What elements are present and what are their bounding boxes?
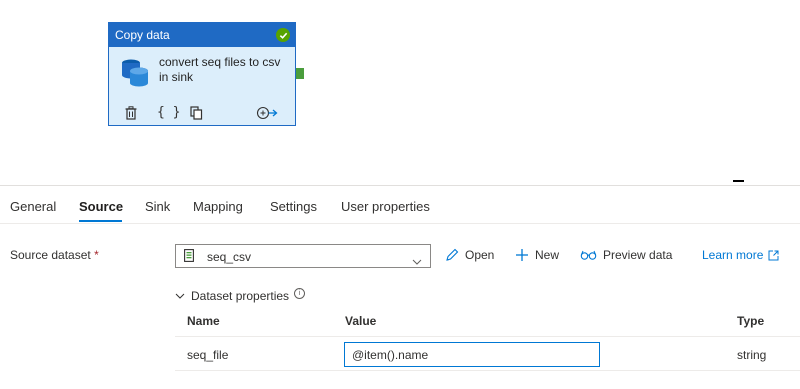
required-marker: * xyxy=(94,248,99,262)
source-dataset-label-text: Source dataset xyxy=(10,248,91,262)
tab-user-properties[interactable]: User properties xyxy=(341,199,430,214)
glasses-icon xyxy=(580,250,597,260)
tab-mapping[interactable]: Mapping xyxy=(193,199,243,214)
open-label: Open xyxy=(465,248,495,262)
plus-icon xyxy=(516,249,528,261)
pencil-icon xyxy=(446,248,459,261)
check-icon xyxy=(276,28,290,42)
tab-general[interactable]: General xyxy=(10,199,56,214)
dataset-properties-label: Dataset properties xyxy=(191,289,290,303)
delete-icon[interactable] xyxy=(125,106,137,120)
properties-tabs: General Source Sink Mapping Settings Use… xyxy=(0,185,800,224)
learn-more-link[interactable]: Learn more xyxy=(702,248,785,262)
source-dataset-label: Source dataset * xyxy=(10,248,99,262)
open-in-new-window-icon xyxy=(768,250,779,260)
activity-type-label: Copy data xyxy=(115,28,170,42)
new-dataset-button[interactable]: New xyxy=(515,248,559,262)
source-dataset-dropdown[interactable]: seq_csv xyxy=(175,244,431,268)
tab-source[interactable]: Source xyxy=(79,199,123,214)
preview-data-label: Preview data xyxy=(603,248,673,262)
new-label: New xyxy=(535,248,560,262)
dataset-properties-toggle[interactable]: Dataset properties i xyxy=(175,287,306,303)
add-output-icon[interactable] xyxy=(256,106,278,120)
open-dataset-button[interactable]: Open xyxy=(445,248,494,262)
property-type-cell: string xyxy=(737,348,767,362)
tab-settings[interactable]: Settings xyxy=(270,199,317,214)
dataset-value: seq_csv xyxy=(207,250,252,264)
tabs-divider xyxy=(0,223,800,224)
activity-name: convert seq files to csv in sink xyxy=(159,55,299,85)
chevron-down-icon xyxy=(175,293,185,299)
learn-more-label: Learn more xyxy=(702,248,764,262)
activity-header: Copy data xyxy=(109,23,295,47)
chevron-down-icon xyxy=(412,252,422,270)
table-header-divider xyxy=(175,336,800,337)
preview-data-button[interactable]: Preview data xyxy=(580,248,672,262)
tab-sink[interactable]: Sink xyxy=(145,199,170,214)
column-header-type: Type xyxy=(737,314,765,328)
database-icon xyxy=(121,57,149,92)
property-value-input[interactable] xyxy=(344,342,600,367)
column-header-name: Name xyxy=(187,314,220,328)
minimize-panel-icon[interactable] xyxy=(733,180,744,182)
success-output-port[interactable] xyxy=(296,68,304,79)
copy-icon[interactable] xyxy=(190,106,203,120)
property-name-cell: seq_file xyxy=(187,348,229,362)
activity-name-line2: in sink xyxy=(159,70,194,84)
code-icon[interactable]: { } xyxy=(157,105,180,120)
column-header-value: Value xyxy=(345,314,377,328)
info-icon[interactable]: i xyxy=(294,287,306,299)
table-row-divider xyxy=(175,370,800,371)
activity-name-line1: convert seq files to csv xyxy=(159,55,281,69)
dataset-file-icon xyxy=(184,249,194,267)
active-tab-indicator xyxy=(79,220,122,222)
